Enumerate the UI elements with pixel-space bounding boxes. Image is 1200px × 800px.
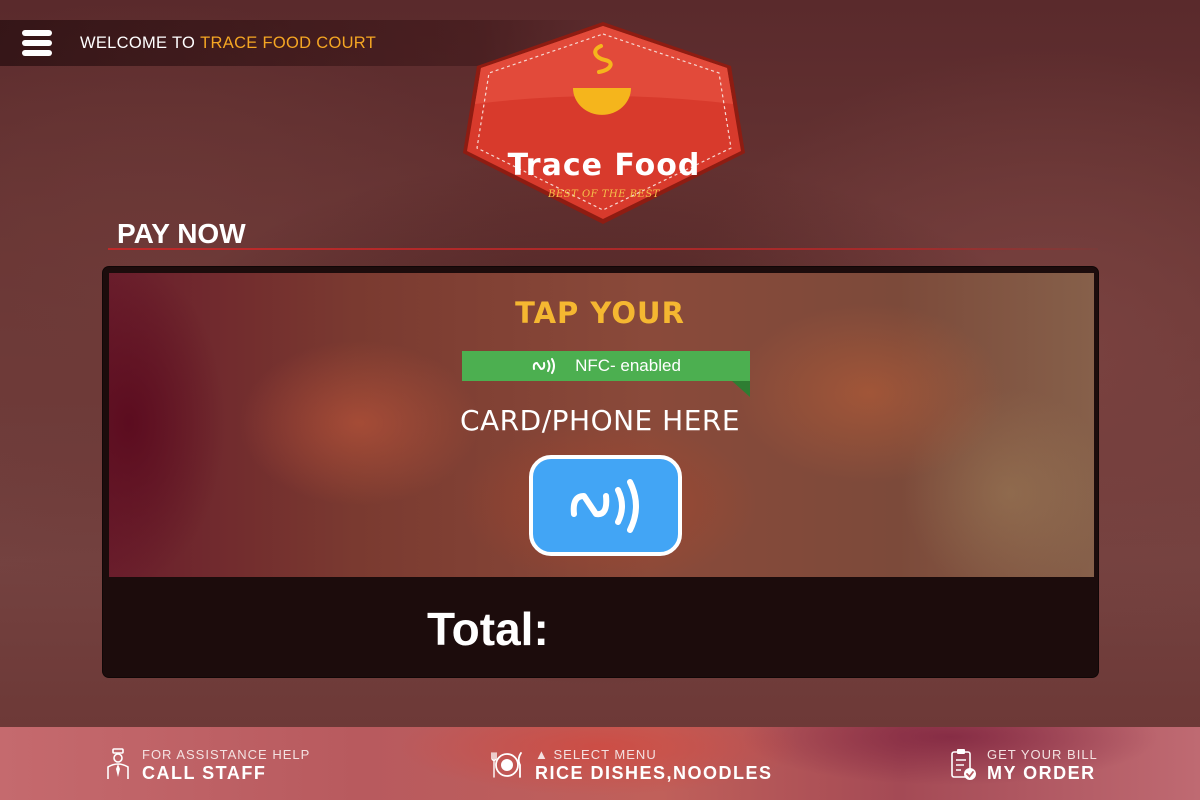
clipboard-check-icon [951,749,976,780]
welcome-text: WELCOME TO TRACE FOOD COURT [80,34,376,53]
my-order-caption: GET YOUR BILL [987,747,1098,762]
title-divider [108,248,1098,250]
hamburger-menu-icon[interactable] [22,30,52,56]
select-menu-button[interactable]: ▲ SELECT MENU RICE DISHES,NOODLES [489,747,773,783]
bottom-nav-bar: FOR ASSISTANCE HELP CALL STAFF ▲ SELECT … [0,727,1200,800]
select-menu-caption: ▲ SELECT MENU [535,747,657,762]
page-title: PAY NOW [117,218,246,249]
nfc-tap-button[interactable] [529,455,682,556]
select-menu-label: RICE DISHES,NOODLES [535,763,773,783]
my-order-button[interactable]: GET YOUR BILL MY ORDER [949,747,1098,783]
logo-title: Trace Food [507,148,701,183]
nfc-small-icon [532,358,556,374]
total-label: Total: [427,603,549,655]
logo-tagline: BEST OF THE BEST [548,189,660,200]
nfc-enabled-badge: NFC- enabled [462,351,750,381]
ribbon-fold [732,381,750,397]
trace-food-logo: Trace Food BEST OF THE BEST [463,18,745,226]
tap-instruction-top: TAP YOUR [515,296,685,330]
call-staff-caption: FOR ASSISTANCE HELP [142,747,311,762]
waiter-icon [107,748,129,779]
nfc-icon [570,478,639,533]
my-order-label: MY ORDER [987,763,1096,783]
nfc-badge-label: NFC- enabled [575,356,681,375]
call-staff-label: CALL STAFF [142,763,267,783]
welcome-prefix: WELCOME TO [80,33,196,52]
call-staff-button[interactable]: FOR ASSISTANCE HELP CALL STAFF [104,747,310,783]
plate-cutlery-icon [491,752,522,778]
venue-name: TRACE FOOD COURT [200,33,377,52]
tap-instruction-bottom: CARD/PHONE HERE [459,404,741,437]
